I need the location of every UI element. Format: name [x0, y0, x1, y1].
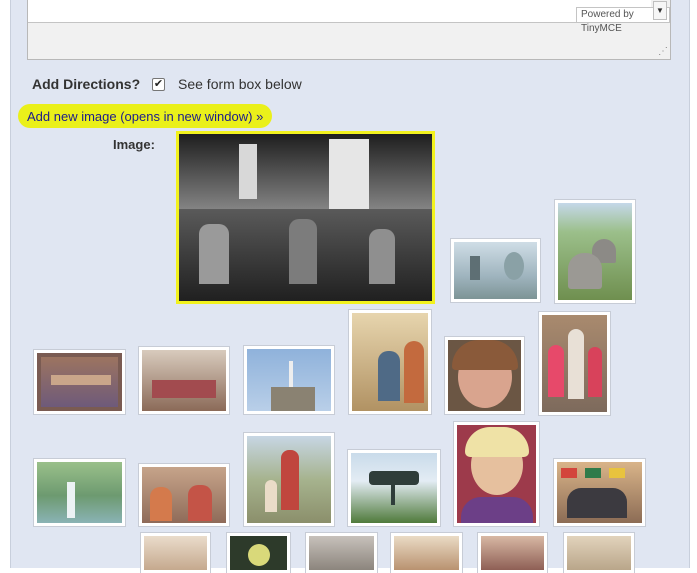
add-new-image-link[interactable]: Add new image (opens in new window) » — [27, 109, 263, 124]
image-thumb[interactable] — [454, 422, 539, 526]
image-thumb[interactable] — [451, 239, 540, 302]
image-thumb[interactable] — [348, 450, 440, 526]
image-thumb[interactable] — [34, 350, 125, 414]
add-directions-checkbox[interactable]: ✔ — [152, 78, 165, 91]
image-thumb[interactable] — [478, 533, 547, 573]
image-thumb[interactable] — [141, 533, 210, 573]
image-thumb[interactable] — [554, 459, 645, 526]
image-thumb[interactable] — [139, 464, 229, 526]
image-thumb[interactable] — [539, 312, 610, 415]
image-thumb[interactable] — [391, 533, 462, 573]
image-thumb[interactable] — [306, 533, 377, 573]
image-thumb[interactable] — [564, 533, 634, 573]
image-thumb[interactable] — [34, 459, 125, 526]
resize-handle-icon[interactable]: ⋰ — [658, 47, 668, 57]
add-directions-label: Add Directions? — [32, 76, 141, 92]
image-thumb[interactable] — [244, 346, 334, 414]
image-thumb[interactable] — [349, 310, 431, 414]
rich-text-editor[interactable]: Powered by TinyMCE ▼ ⋰ — [27, 0, 671, 60]
image-thumb[interactable] — [227, 533, 290, 573]
image-thumb[interactable] — [139, 347, 229, 414]
image-thumb-selected[interactable] — [176, 131, 435, 304]
image-label: Image: — [113, 137, 155, 152]
directions-note: See form box below — [178, 76, 302, 92]
scroll-down-icon[interactable]: ▼ — [653, 1, 667, 20]
editor-text-area[interactable] — [28, 0, 651, 23]
image-thumb[interactable] — [445, 337, 524, 414]
image-thumb[interactable] — [555, 200, 635, 303]
image-thumb[interactable] — [244, 433, 334, 526]
